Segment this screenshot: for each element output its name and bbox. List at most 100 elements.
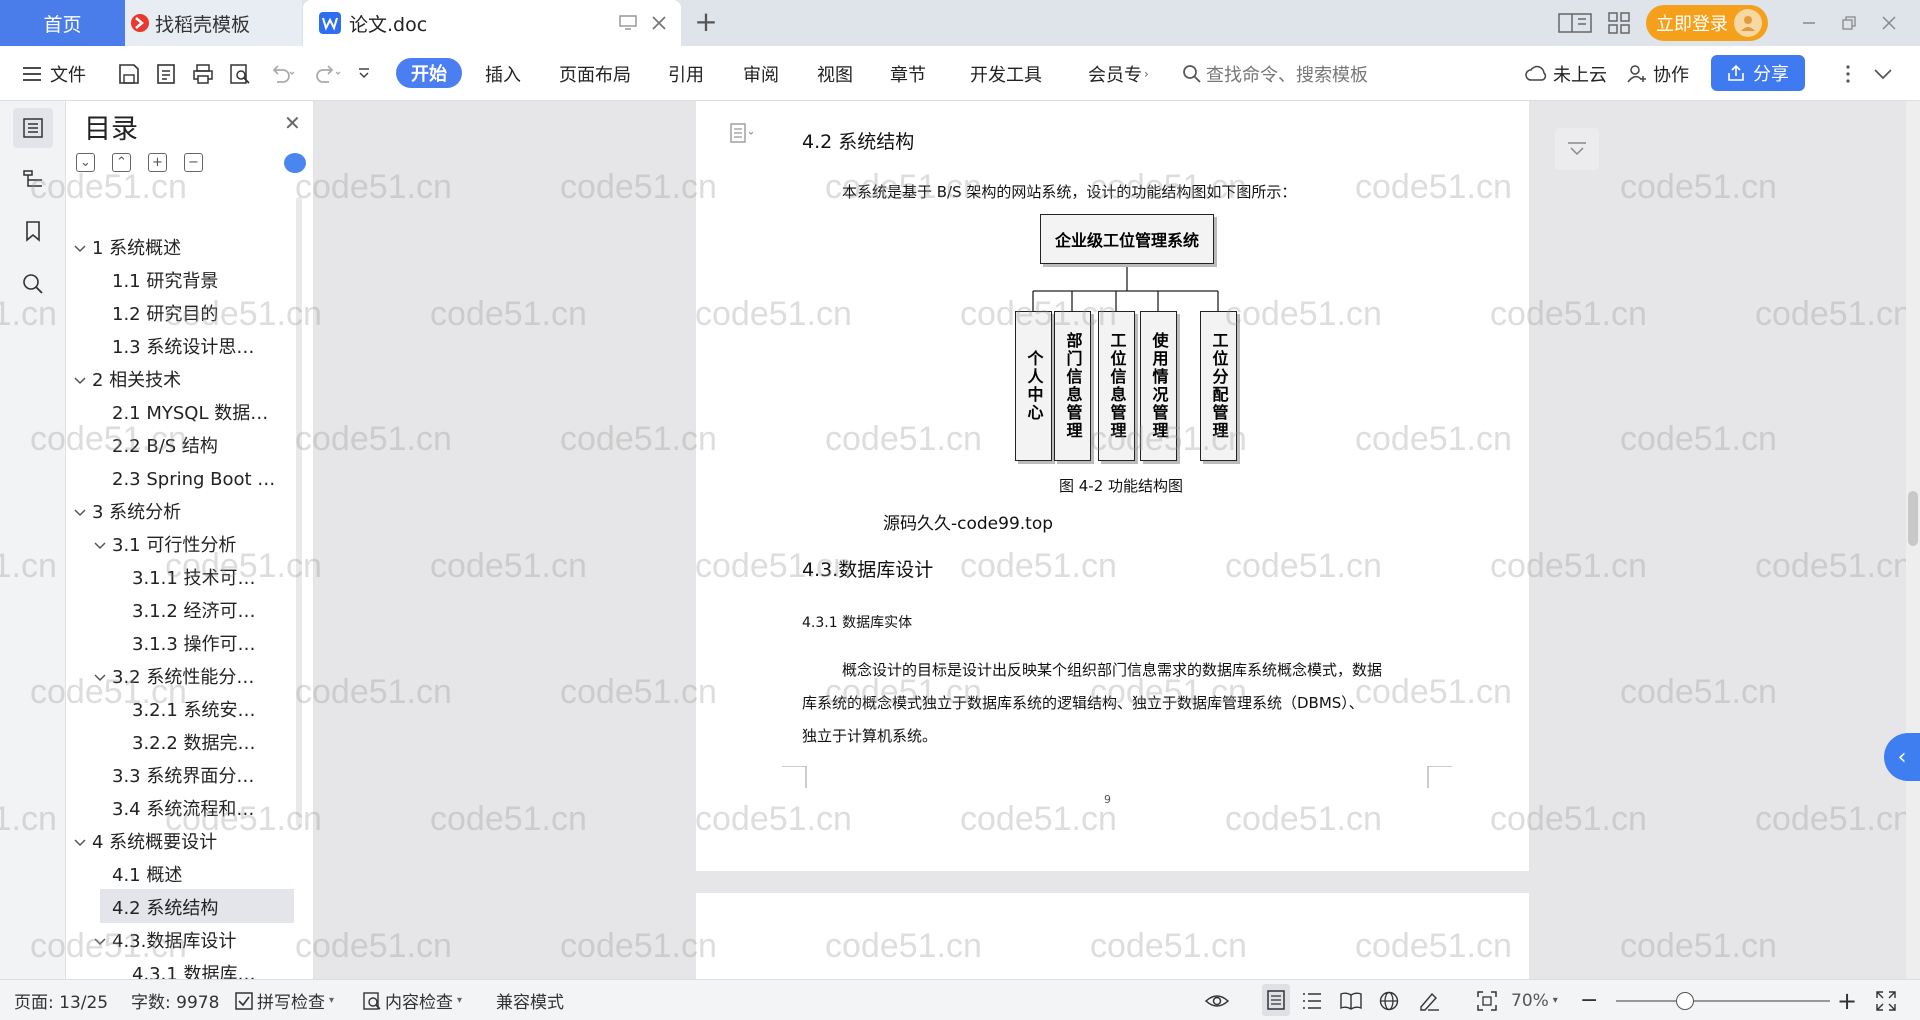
toc-item[interactable]: 1.3 系统设计思… <box>94 334 254 362</box>
chevron-down-icon[interactable] <box>94 937 112 947</box>
toc-item[interactable]: 3.4 系统流程和… <box>94 796 254 824</box>
toc-item[interactable]: 3.1 可行性分析 <box>94 532 236 560</box>
content-check-button[interactable]: 内容检查 ▾ <box>363 980 462 1020</box>
toc-item[interactable]: 2.1 MYSQL 数据… <box>94 400 268 428</box>
cloud-status[interactable]: 未上云 <box>1525 46 1607 101</box>
tab-references[interactable]: 引用 <box>668 46 704 101</box>
toc-item[interactable]: 4.3.1 数据库… <box>114 961 256 979</box>
toc-item[interactable]: 3.2 系统性能分… <box>94 664 254 692</box>
save-button[interactable] <box>118 46 140 101</box>
toc-item[interactable]: 4 系统概要设计 <box>74 829 217 857</box>
tab-insert[interactable]: 插入 <box>485 46 521 101</box>
remove-heading-icon[interactable]: − <box>184 153 203 172</box>
bookmark-icon[interactable] <box>13 211 53 251</box>
chevron-down-icon[interactable] <box>94 541 112 551</box>
chevron-down-icon[interactable] <box>74 244 92 254</box>
reading-mode-icon[interactable] <box>1558 12 1592 34</box>
write-mode-icon[interactable] <box>1418 980 1440 1020</box>
tab-chapter[interactable]: 章节 <box>890 46 926 101</box>
outline-view-icon[interactable] <box>1302 980 1322 1020</box>
vertical-scrollbar[interactable] <box>1906 101 1920 979</box>
new-tab-button[interactable]: + <box>692 8 720 37</box>
toc-item[interactable]: 1 系统概述 <box>74 235 181 263</box>
fullscreen-icon[interactable] <box>1876 980 1896 1020</box>
toc-item[interactable]: 4.3.数据库设计 <box>94 928 236 956</box>
undo-button[interactable] <box>268 46 296 101</box>
page-indicator[interactable]: 页面: 13/25 <box>14 980 108 1020</box>
minimize-icon[interactable] <box>1802 16 1816 30</box>
toc-item[interactable]: 1.1 研究背景 <box>94 268 218 296</box>
chevron-down-icon[interactable] <box>94 673 112 683</box>
chevron-down-icon[interactable] <box>74 838 92 848</box>
close-tab-icon[interactable] <box>651 15 667 31</box>
tab-home[interactable]: 首页 <box>0 0 125 46</box>
export-pdf-button[interactable] <box>155 46 177 101</box>
toc-item[interactable]: 4.2 系统结构 <box>94 895 218 923</box>
tab-review[interactable]: 审阅 <box>743 46 779 101</box>
zoom-dropdown[interactable]: 70% ▾ <box>1511 980 1558 1020</box>
tab-document[interactable]: 论文.doc <box>303 0 681 46</box>
toc-item[interactable]: 1.2 研究目的 <box>94 301 218 329</box>
word-count[interactable]: 字数: 9978 <box>131 980 219 1020</box>
login-button[interactable]: 立即登录 <box>1646 5 1768 41</box>
smart-toc-icon[interactable] <box>284 153 306 173</box>
zoom-out-button[interactable]: − <box>1580 980 1598 1020</box>
toc-item[interactable]: 3.2.1 系统安… <box>114 697 256 725</box>
toc-item[interactable]: 3.1.2 经济可… <box>114 598 256 626</box>
tab-page-layout[interactable]: 页面布局 <box>559 46 631 101</box>
collab-button[interactable]: 协作 <box>1627 46 1689 101</box>
add-heading-icon[interactable]: + <box>148 153 167 172</box>
toc-item[interactable]: 3.3 系统界面分… <box>94 763 254 791</box>
toc-item[interactable]: 3.2.2 数据完… <box>114 730 256 758</box>
toc-item[interactable]: 4.1 概述 <box>94 862 182 890</box>
print-button[interactable] <box>192 46 214 101</box>
apps-grid-icon[interactable] <box>1608 12 1630 34</box>
more-chevron-icon[interactable] <box>357 46 371 101</box>
toc-scrollbar[interactable] <box>296 197 302 827</box>
scroll-thumb[interactable] <box>1908 491 1918 546</box>
tab-start-label: 开始 <box>411 64 447 85</box>
command-search[interactable]: 查找命令、搜索模板 <box>1182 46 1368 101</box>
tab-developer[interactable]: 开发工具 <box>970 46 1042 101</box>
tab-template[interactable]: 找稻壳模板 <box>125 0 302 46</box>
collab-label: 协作 <box>1653 64 1689 86</box>
tab-start[interactable]: 开始 <box>396 58 462 88</box>
navigation-icon[interactable] <box>13 159 53 199</box>
toc-item[interactable]: 3.1.3 操作可… <box>114 631 256 659</box>
toc-item[interactable]: 2.3 Spring Boot … <box>94 466 275 494</box>
tab-member[interactable]: 会员专 › <box>1088 46 1149 101</box>
share-button[interactable]: 分享 <box>1711 55 1805 91</box>
cloud-icon <box>1525 64 1547 84</box>
zoom-slider-thumb[interactable] <box>1676 992 1694 1010</box>
page-view-icon[interactable] <box>1262 984 1290 1016</box>
zoom-in-button[interactable]: + <box>1837 980 1857 1020</box>
restore-icon[interactable] <box>1842 16 1856 30</box>
close-icon[interactable]: ✕ <box>284 111 301 135</box>
close-window-icon[interactable] <box>1882 16 1896 30</box>
search-icon[interactable] <box>13 264 53 304</box>
web-view-icon[interactable] <box>1379 980 1399 1020</box>
print-preview-button[interactable] <box>229 46 251 101</box>
document-page: 4.2 系统结构 本系统是基于 B/S 架构的网站系统，设计的功能结构图如下图所… <box>696 101 1529 871</box>
collapse-all-icon[interactable]: ⌃ <box>112 153 131 172</box>
toc-panel-icon[interactable] <box>13 108 53 148</box>
more-options-icon[interactable] <box>1845 46 1851 101</box>
tab-view[interactable]: 视图 <box>817 46 853 101</box>
zoom-slider[interactable] <box>1616 980 1830 1020</box>
toc-item[interactable]: 3.1.1 技术可… <box>114 565 256 593</box>
read-view-icon[interactable] <box>1340 980 1362 1020</box>
toc-item[interactable]: 2 相关技术 <box>74 367 181 395</box>
spell-check-button[interactable]: 拼写检查 ▾ <box>235 980 334 1020</box>
collapse-ribbon-icon[interactable] <box>1873 46 1893 101</box>
redo-button[interactable] <box>314 46 342 101</box>
screen-icon[interactable] <box>619 15 637 31</box>
toc-item[interactable]: 2.2 B/S 结构 <box>94 433 218 461</box>
eye-protection-icon[interactable] <box>1204 980 1230 1020</box>
chevron-down-icon[interactable] <box>74 376 92 386</box>
toc-item[interactable]: 3 系统分析 <box>74 499 181 527</box>
filter-icon[interactable] <box>1555 128 1599 170</box>
fit-page-icon[interactable] <box>1477 980 1497 1020</box>
chevron-down-icon[interactable] <box>74 508 92 518</box>
expand-all-icon[interactable]: ⌄ <box>76 153 95 172</box>
file-menu[interactable]: 文件 <box>22 46 86 101</box>
